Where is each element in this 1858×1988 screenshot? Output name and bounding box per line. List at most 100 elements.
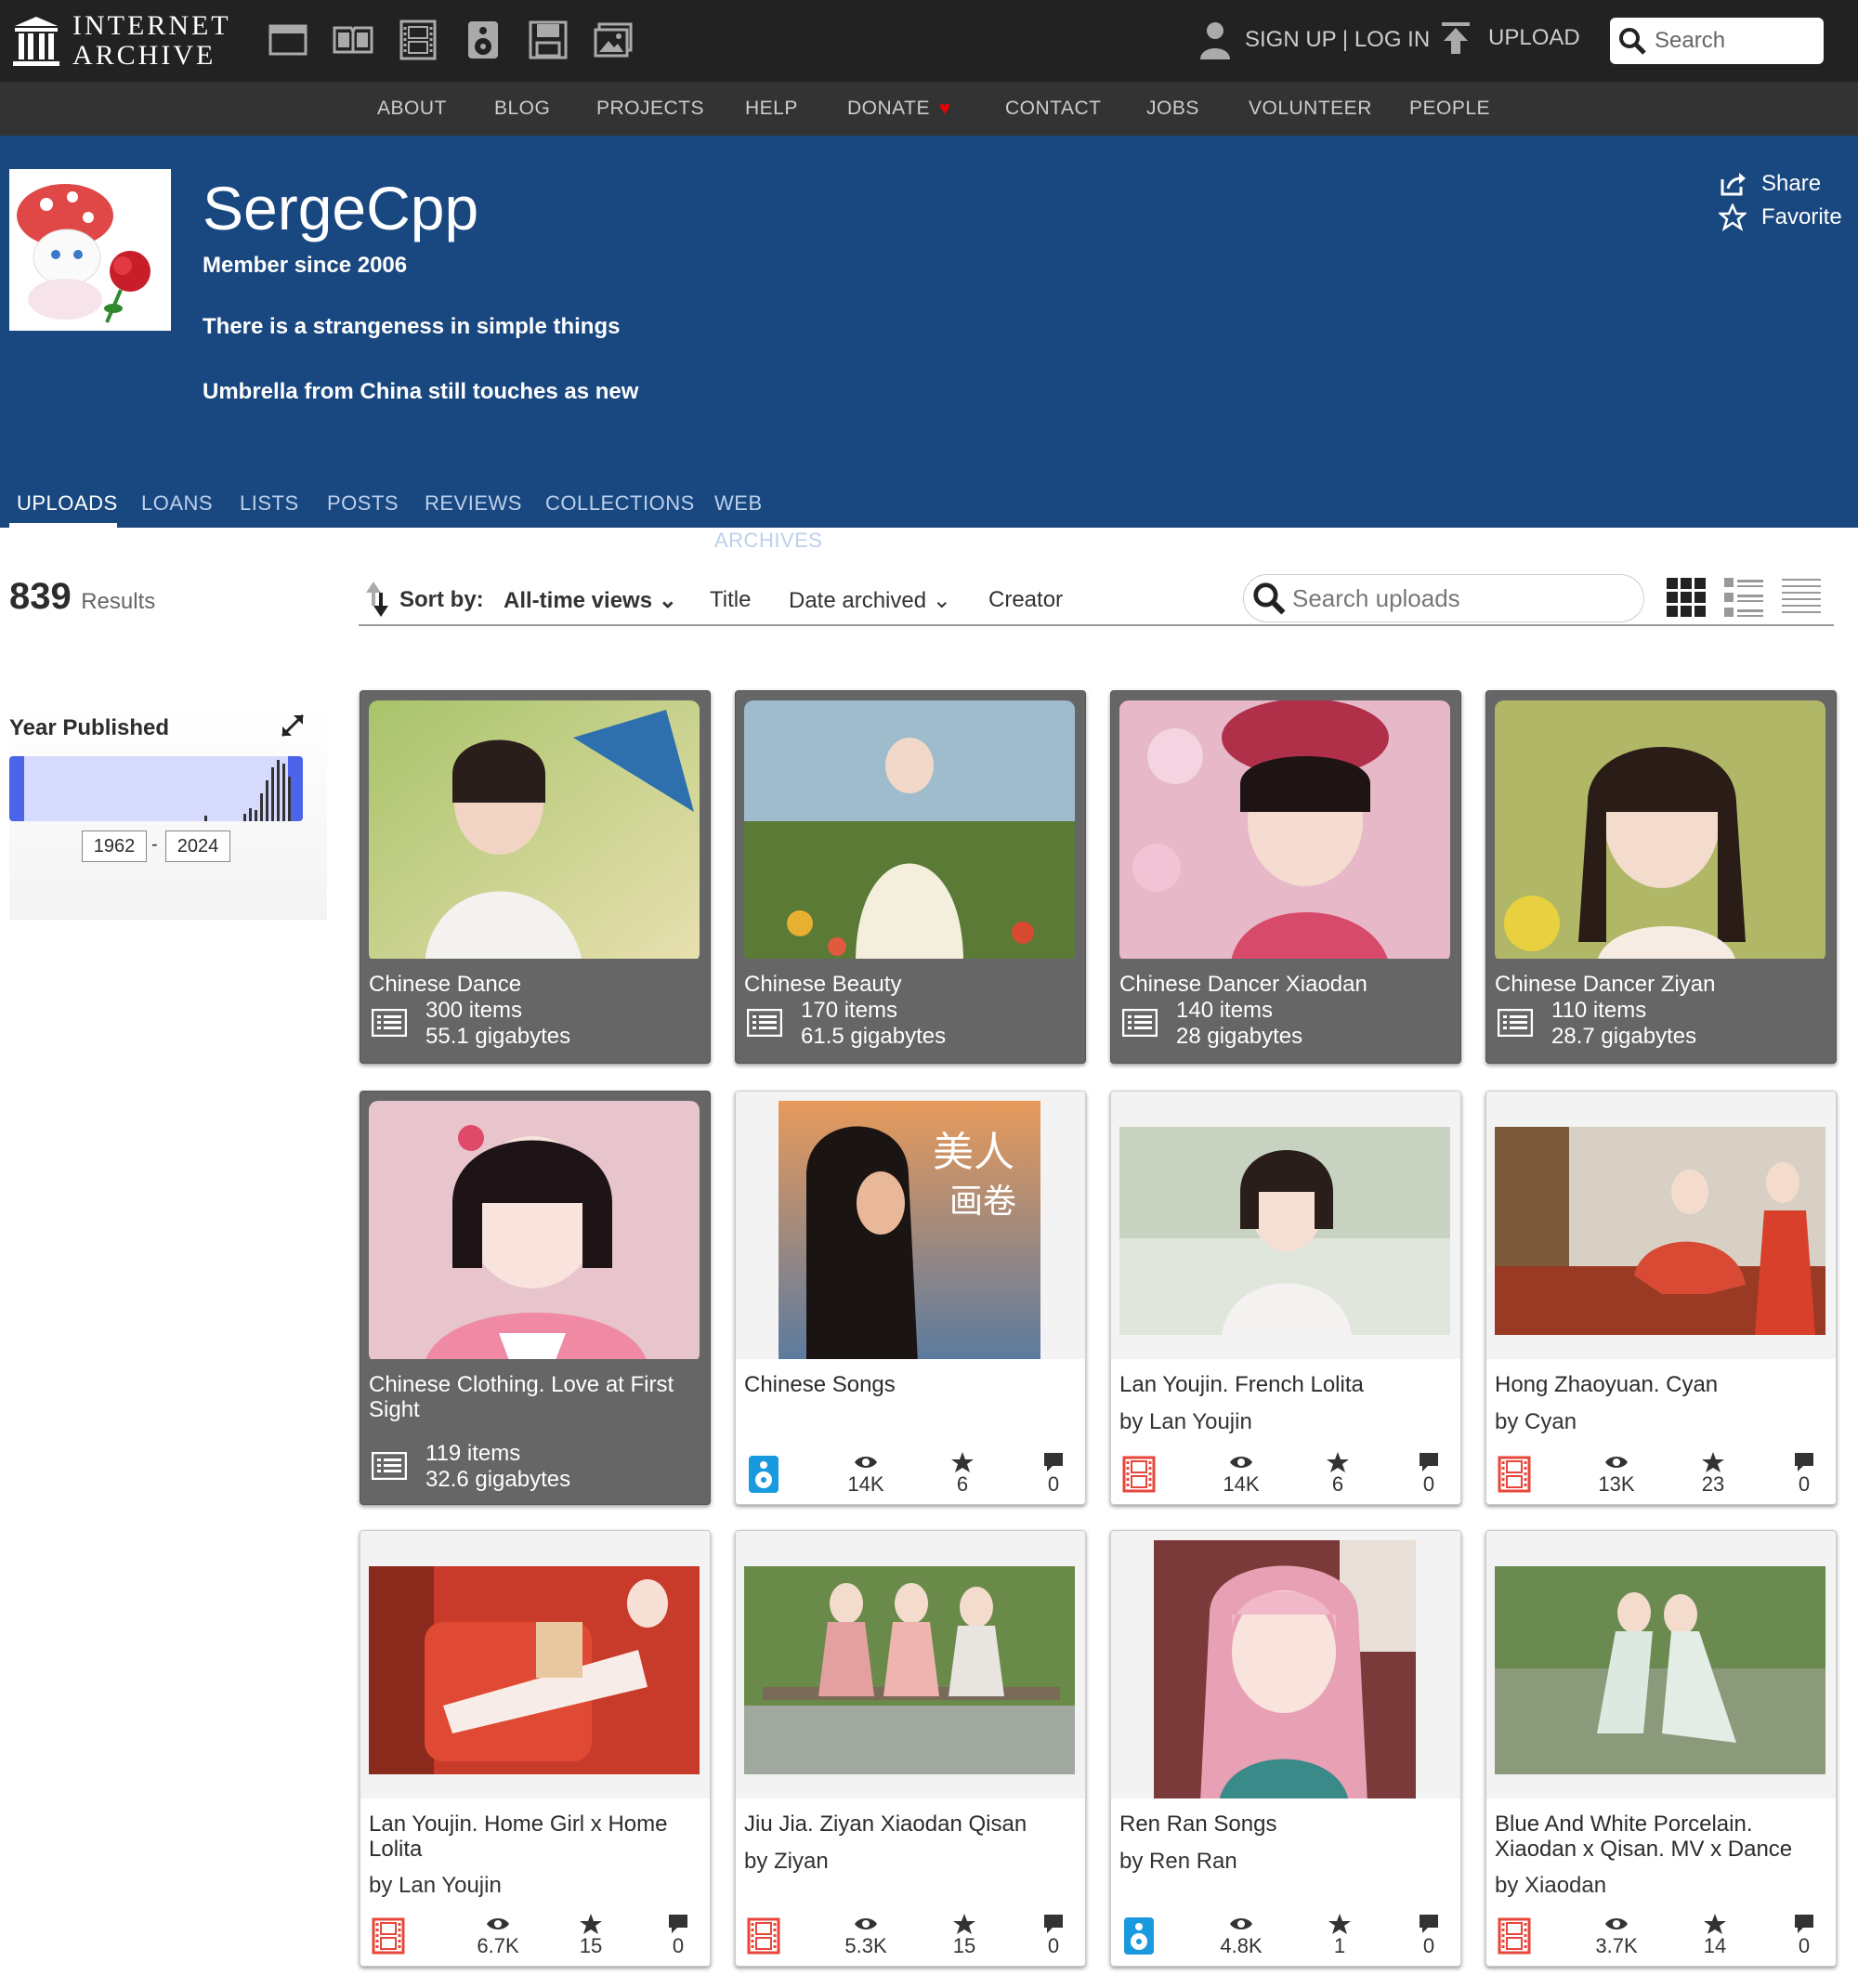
search-icon[interactable]	[1617, 26, 1647, 56]
collection-list-icon	[372, 1452, 407, 1480]
reviews-count: 0	[1422, 1934, 1435, 1957]
sort-title[interactable]: Title	[710, 587, 751, 613]
software-icon[interactable]	[528, 19, 569, 61]
profile-name: SergeCpp	[203, 174, 479, 242]
year-published-facet: Year Published 1962 - 2024	[9, 706, 327, 920]
search-icon[interactable]	[1251, 581, 1287, 616]
favorite-label: Favorite	[1761, 204, 1842, 229]
nav-people[interactable]: PEOPLE	[1409, 82, 1490, 136]
sort-direction-icon[interactable]	[366, 580, 390, 619]
item-tile[interactable]: Lan Youjin. Home Girl x Home Lolita by L…	[360, 1530, 711, 1967]
search-uploads-input[interactable]	[1290, 582, 1625, 614]
results-number: 839	[9, 576, 72, 617]
item-tile[interactable]: Ren Ran Songs by Ren Ran 4.8K 1 0	[1110, 1530, 1461, 1967]
nav-donate[interactable]: DONATE ♥	[847, 82, 950, 136]
eye-icon	[1230, 1457, 1252, 1468]
collection-tile[interactable]: Chinese Beauty 170 items 61.5 gigabytes	[735, 690, 1086, 1064]
nav-jobs[interactable]: JOBS	[1146, 82, 1199, 136]
views-stat: 3.7K	[1579, 1914, 1654, 1958]
views-count: 6.7K	[477, 1934, 519, 1957]
nav-blog[interactable]: BLOG	[494, 82, 550, 136]
item-tile[interactable]: 美人 画卷 Chinese Songs 14K 6 0	[735, 1091, 1086, 1505]
tile-title: Chinese Dancer Xiaodan	[1119, 972, 1367, 997]
heart-icon: ♥	[938, 98, 951, 119]
nav-volunteer[interactable]: VOLUNTEER	[1249, 82, 1372, 136]
tile-title: Chinese Clothing. Love at First Sight	[369, 1372, 674, 1422]
audio-icon[interactable]	[463, 19, 504, 61]
year-to-input[interactable]: 2024	[165, 831, 230, 862]
web-icon[interactable]	[268, 19, 308, 61]
sign-up-log-in-link[interactable]: SIGN UP | LOG IN	[1198, 20, 1430, 59]
facet-title: Year Published	[9, 715, 170, 740]
collection-thumbnail	[1119, 700, 1450, 959]
texts-icon[interactable]	[333, 19, 373, 61]
tab-uploads[interactable]: UPLOADS	[9, 485, 117, 528]
collection-thumbnail	[369, 700, 700, 959]
tile-title: Lan Youjin. Home Girl x Home Lolita	[369, 1811, 668, 1862]
favorites-count: 23	[1701, 1472, 1725, 1496]
reviews-count: 0	[1798, 1472, 1811, 1496]
item-thumbnail	[744, 1566, 1075, 1774]
collection-tile[interactable]: Chinese Clothing. Love at First Sight 11…	[360, 1091, 711, 1505]
tab-web-archives[interactable]: WEB ARCHIVES	[714, 485, 822, 552]
item-tile[interactable]: Hong Zhaoyuan. Cyan by Cyan 13K 23 0	[1485, 1091, 1837, 1505]
internet-archive-logo[interactable]: INTERNET ARCHIVE	[13, 11, 231, 71]
sort-date-archived[interactable]: Date archived ⌄	[789, 587, 951, 614]
tab-lists[interactable]: LISTS	[240, 485, 299, 528]
nav-projects[interactable]: PROJECTS	[596, 82, 704, 136]
reviews-count: 0	[1047, 1472, 1060, 1496]
views-stat: 14K	[1204, 1452, 1278, 1497]
share-button[interactable]: Share	[1719, 167, 1842, 201]
tab-collections[interactable]: COLLECTIONS	[545, 485, 695, 528]
favorites-stat: 15	[927, 1914, 1001, 1958]
video-icon[interactable]	[398, 19, 438, 61]
views-count: 5.3K	[844, 1934, 887, 1957]
list-detail-view-icon[interactable]	[1722, 576, 1765, 619]
star-icon	[953, 1914, 975, 1934]
collection-list-icon	[747, 1009, 782, 1037]
collection-tile[interactable]: Chinese Dance 300 items 55.1 gigabytes	[360, 690, 711, 1064]
header-search-input[interactable]	[1653, 27, 1811, 55]
item-tile[interactable]: Jiu Jia. Ziyan Xiaodan Qisan by Ziyan 5.…	[735, 1530, 1086, 1967]
collection-tile[interactable]: Chinese Dancer Xiaodan 140 items 28 giga…	[1110, 690, 1461, 1064]
film-icon	[1498, 1456, 1531, 1493]
comment-icon	[1420, 1453, 1438, 1471]
item-tile[interactable]: Blue And White Porcelain. Xiaodan x Qisa…	[1485, 1530, 1837, 1967]
expand-icon[interactable]	[279, 712, 307, 739]
comment-icon	[1795, 1453, 1813, 1471]
collection-item-count: 170 items	[801, 998, 898, 1023]
comment-icon	[669, 1915, 687, 1933]
nav-about[interactable]: ABOUT	[377, 82, 447, 136]
tile-title: Chinese Dancer Ziyan	[1495, 972, 1716, 997]
tab-reviews[interactable]: REVIEWS	[425, 485, 522, 528]
tile-title: Ren Ran Songs	[1119, 1811, 1277, 1837]
item-tile[interactable]: Lan Youjin. French Lolita by Lan Youjin …	[1110, 1091, 1461, 1505]
upload-icon	[1442, 22, 1470, 54]
item-thumbnail	[1495, 1566, 1825, 1774]
nav-help[interactable]: HELP	[745, 82, 798, 136]
tab-posts[interactable]: POSTS	[327, 485, 399, 528]
tile-title: Blue And White Porcelain. Xiaodan x Qisa…	[1495, 1811, 1793, 1862]
results-count: 839 Results	[9, 576, 155, 618]
views-count: 13K	[1598, 1472, 1635, 1496]
tab-loans[interactable]: LOANS	[141, 485, 213, 528]
film-icon	[372, 1917, 405, 1955]
sort-all-time-views[interactable]: All-time views ⌄	[504, 587, 677, 614]
year-from-input[interactable]: 1962	[82, 831, 147, 862]
collection-tile[interactable]: Chinese Dancer Ziyan 110 items 28.7 giga…	[1485, 690, 1837, 1064]
favorite-button[interactable]: Favorite	[1719, 201, 1842, 234]
tile-title: Jiu Jia. Ziyan Xiaodan Qisan	[744, 1811, 1027, 1837]
year-histogram[interactable]	[9, 756, 303, 821]
profile-header: SergeCpp Member since 2006 There is a st…	[0, 136, 1858, 552]
upload-link[interactable]: UPLOAD	[1440, 20, 1580, 56]
images-icon[interactable]	[593, 19, 634, 61]
nav-contact[interactable]: CONTACT	[1005, 82, 1101, 136]
reviews-stat: 0	[1767, 1452, 1836, 1497]
sort-creator[interactable]: Creator	[988, 587, 1063, 613]
collection-size: 28 gigabytes	[1176, 1024, 1303, 1049]
list-compact-view-icon[interactable]	[1780, 576, 1823, 619]
favorites-stat: 15	[554, 1914, 628, 1958]
eye-icon	[855, 1457, 877, 1468]
tile-title: Chinese Dance	[369, 972, 522, 997]
tile-view-icon[interactable]	[1665, 576, 1708, 619]
